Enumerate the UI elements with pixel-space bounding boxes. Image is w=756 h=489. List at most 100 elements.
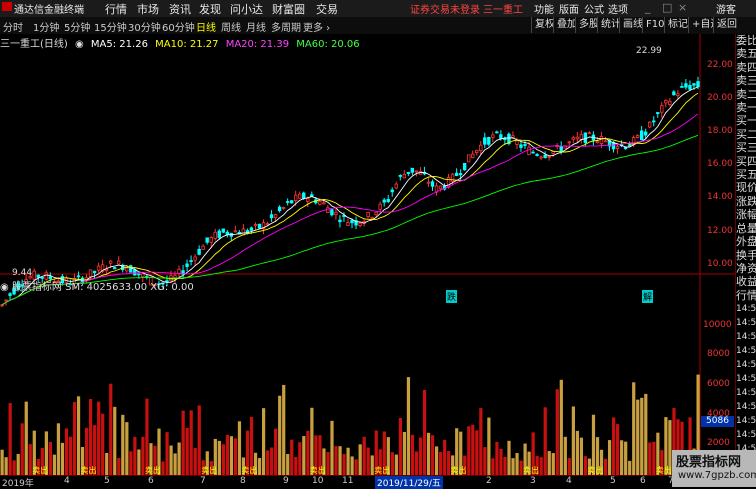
menu-jiaoyi[interactable]: 交易 (316, 1, 338, 17)
low-price-label: 9.44 (12, 268, 33, 278)
menu-xuanxiang[interactable]: 选项 (608, 1, 628, 16)
volume-bar (48, 441, 52, 475)
period-daily[interactable]: 日线 (196, 19, 216, 34)
close-icon[interactable]: × (678, 1, 687, 14)
volume-bar (503, 456, 507, 475)
side-panel-item: 14:56 (736, 430, 756, 441)
candle-body (660, 105, 664, 113)
watermark-url: www.7gpzb.com (678, 470, 756, 481)
vol-tick-8000: 8000 (707, 349, 730, 359)
side-panel-item: 买四 (736, 154, 756, 168)
sell-label: 卖出 (523, 465, 539, 475)
volume-bar (346, 447, 350, 475)
candle-body (527, 146, 531, 156)
volume-bar (185, 427, 189, 475)
period-monthly[interactable]: 月线 (246, 19, 266, 34)
candle-body (306, 197, 310, 202)
kline-chart[interactable]: 卖出 卖出 卖出 卖出 卖出 卖出 卖出 卖出 卖出 卖出 卖出 (0, 34, 735, 475)
volume-bar (113, 406, 117, 475)
candle-body (116, 260, 121, 265)
volume-bar (290, 439, 294, 475)
volume-bar (133, 436, 137, 475)
side-panel-item: 卖四 (736, 60, 756, 74)
app-logo-icon (2, 1, 12, 14)
candle-body (137, 273, 141, 276)
candle-body (692, 83, 696, 86)
volume-bar (294, 456, 298, 475)
title-bar: 通达信金融终端 行情 市场 资讯 发现 问小达 财富圈 交易 证券交易未登录 三… (0, 0, 756, 18)
period-1min[interactable]: 1分钟 (33, 19, 59, 34)
volume-bar (434, 446, 439, 475)
candle-body (414, 170, 419, 173)
menu-zixun[interactable]: 资讯 (169, 1, 191, 17)
login-status[interactable]: 证券交易未登录 (410, 1, 480, 16)
period-multi[interactable]: 多周期 (271, 19, 301, 34)
menu-hangqing[interactable]: 行情 (105, 1, 127, 17)
date-label: 3 (530, 476, 536, 486)
volume-bar (330, 420, 334, 475)
volume-bar (4, 457, 8, 475)
menu-gongshi[interactable]: 公式 (584, 1, 604, 16)
price-tick-16: 16.00 (707, 159, 733, 169)
vol-tick-10000: 10000 (703, 320, 732, 330)
candle-body (293, 194, 298, 202)
volume-bar (390, 452, 394, 475)
candle-body (511, 135, 515, 138)
period-fenshi[interactable]: 分时 (3, 19, 23, 34)
period-more[interactable]: 更多 › (303, 19, 330, 34)
volume-bar (563, 436, 567, 475)
sm-label: SM: 4025633.00 (65, 282, 148, 293)
menu-shichang[interactable]: 市场 (137, 1, 159, 17)
btn-fanhui[interactable]: 返回 (713, 17, 740, 33)
side-panel-item: 14:56 (736, 318, 756, 329)
period-5min[interactable]: 5分钟 (64, 19, 90, 34)
candle-body (398, 175, 402, 177)
candle-body (680, 86, 684, 88)
candle-body (108, 260, 113, 264)
volume-bar (217, 440, 221, 475)
menu-faxian[interactable]: 发现 (199, 1, 221, 17)
volume-bar (145, 398, 149, 475)
volume-bar (16, 453, 20, 475)
candle-body (599, 136, 604, 145)
candle-body (627, 144, 632, 147)
side-panel-item: 总量 (736, 221, 756, 235)
period-15min[interactable]: 15分钟 (94, 19, 127, 34)
maximize-icon[interactable]: □ (662, 1, 672, 14)
candle-body (112, 267, 117, 270)
volume-bar (487, 417, 491, 475)
volume-bar (72, 401, 77, 475)
circle-icon: ◉ (75, 39, 84, 50)
candle-body (615, 146, 620, 150)
price-tick-20: 20.00 (707, 93, 733, 103)
side-panel-item: 涨跌 (736, 194, 756, 208)
volume-bar (575, 430, 580, 475)
minimize-icon[interactable]: _ (645, 1, 651, 14)
menu-caifuquan[interactable]: 财富圈 (272, 1, 305, 17)
date-label: 5 (104, 476, 110, 486)
volume-bar (20, 423, 24, 475)
menu-gongneng[interactable]: 功能 (534, 1, 554, 16)
side-panel-item: 净资 (736, 261, 756, 275)
volume-bar (60, 442, 65, 475)
menu-banmian[interactable]: 版面 (559, 1, 579, 16)
candle-body (635, 135, 640, 139)
candle-body (696, 81, 700, 88)
volume-bar (483, 447, 487, 475)
guest-label[interactable]: 游客 (716, 1, 736, 16)
cursor-date: 2019/11/29/五 (375, 476, 443, 489)
period-60min[interactable]: 60分钟 (162, 19, 195, 34)
volume-bar (326, 452, 330, 475)
candle-body (499, 134, 503, 139)
period-weekly[interactable]: 周线 (221, 19, 241, 34)
period-30min[interactable]: 30分钟 (128, 19, 161, 34)
menu-wenxiaoda[interactable]: 问小达 (230, 1, 263, 17)
volume-bar (394, 454, 398, 475)
btn-biaoji[interactable]: 标记 (664, 17, 691, 33)
volume-bar (611, 417, 616, 475)
candle-body (350, 219, 354, 224)
candle-body (668, 100, 672, 105)
candle-body (322, 202, 326, 205)
volume-bar (225, 434, 230, 475)
candle-body (318, 201, 322, 205)
